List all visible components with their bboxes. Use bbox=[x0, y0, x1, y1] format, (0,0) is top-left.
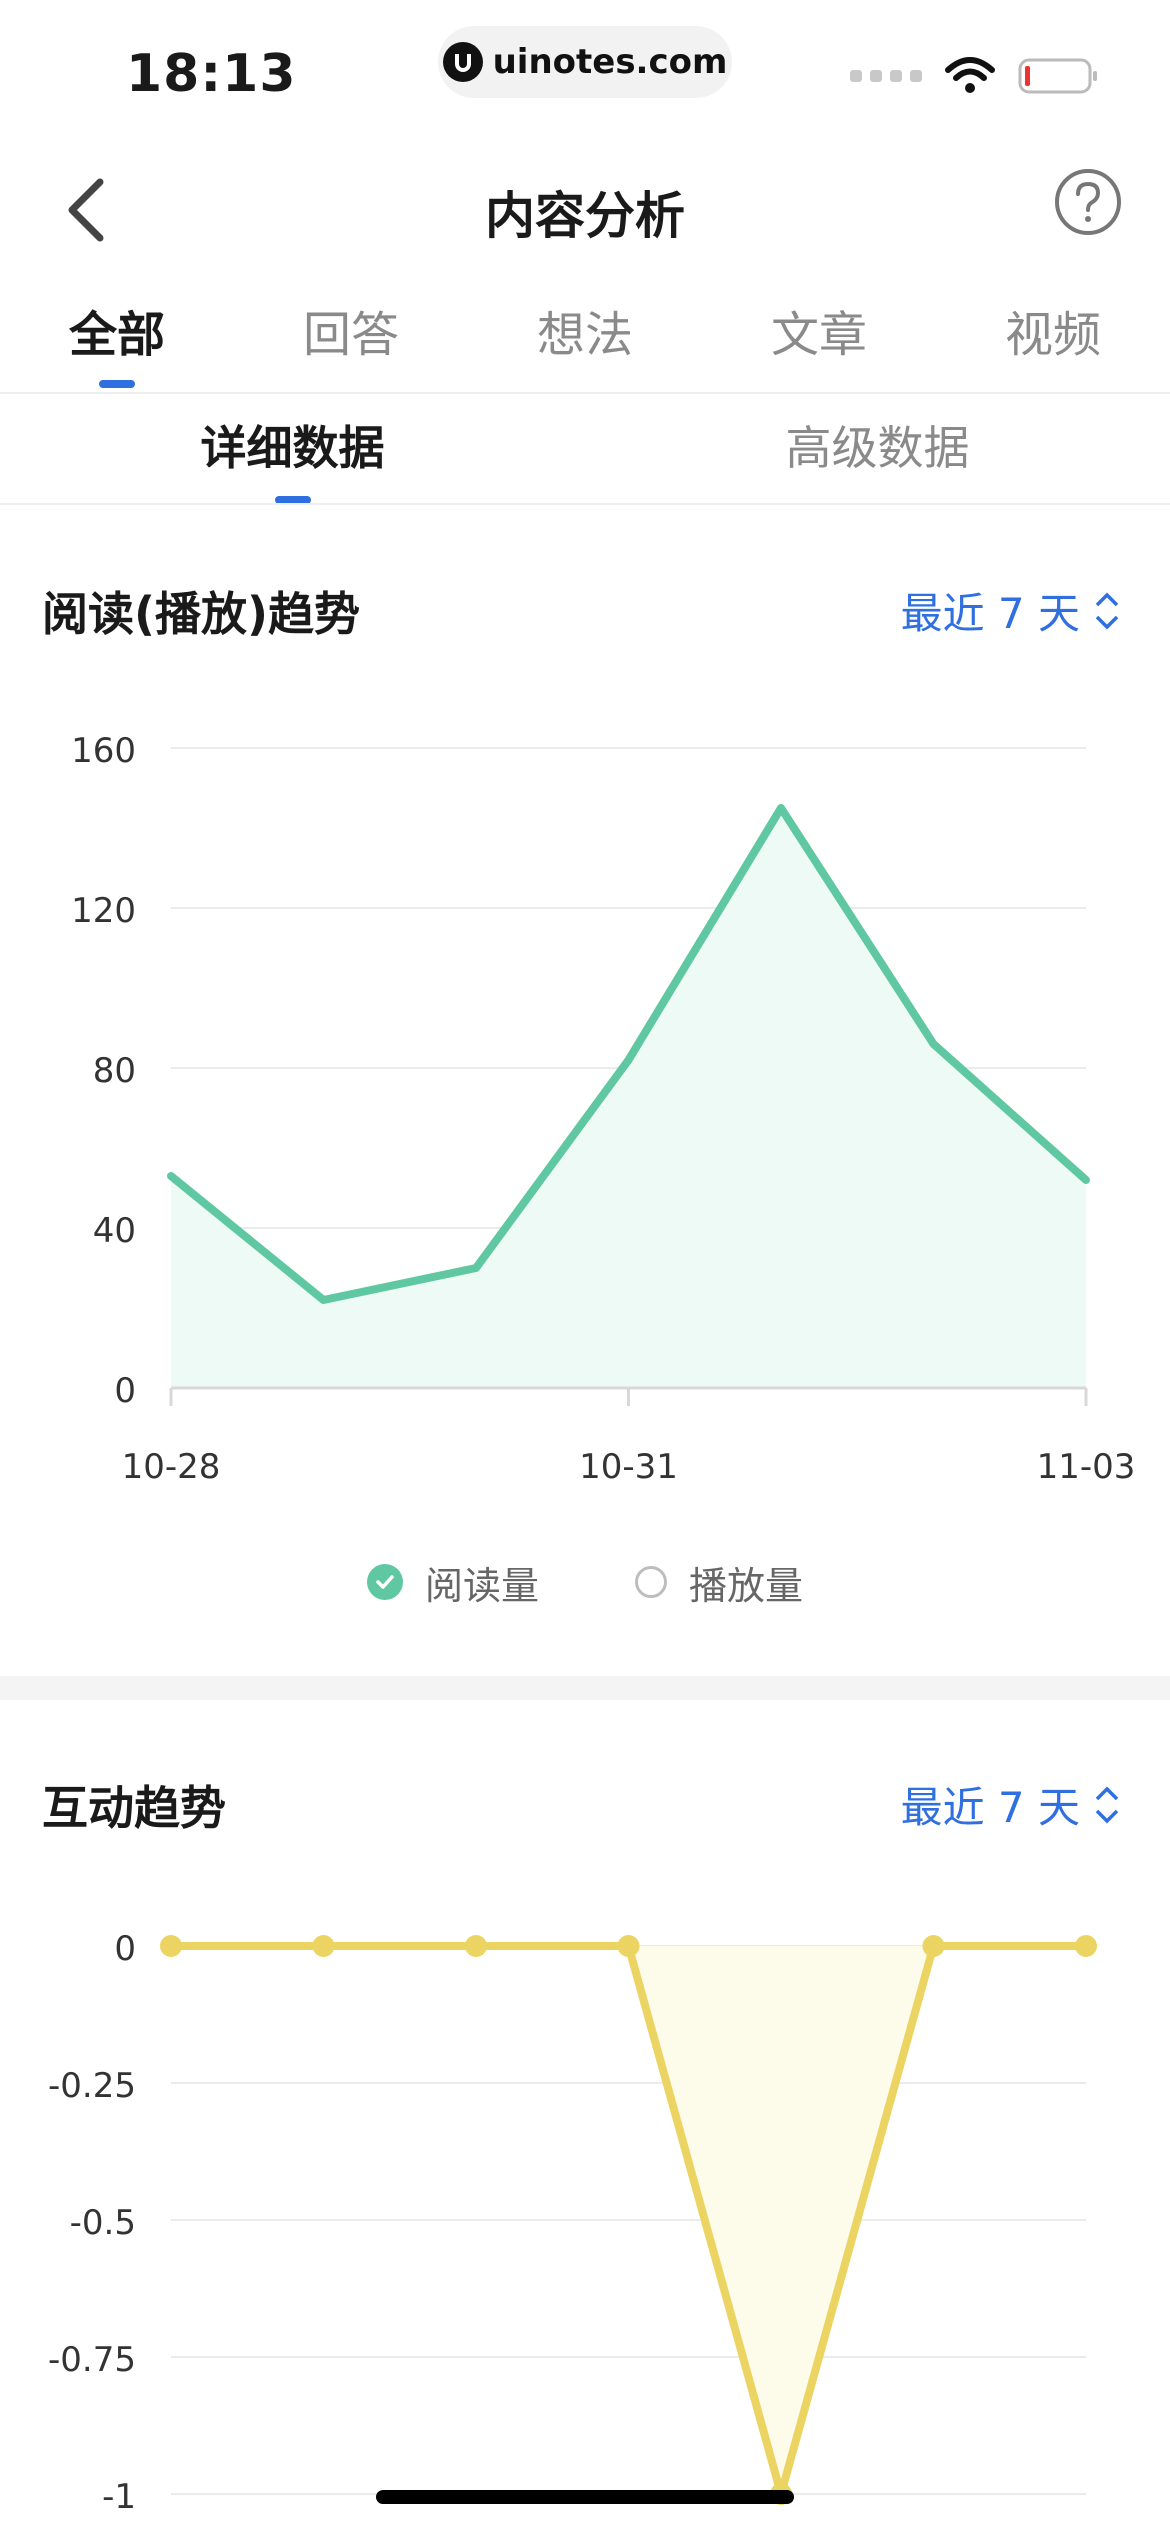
y-tick-label: -1 bbox=[102, 2477, 136, 2517]
help-button[interactable] bbox=[1050, 164, 1126, 240]
nav-bar: 内容分析 bbox=[0, 150, 1170, 270]
y-tick-label: 0 bbox=[114, 1371, 136, 1411]
y-tick-label: 160 bbox=[71, 731, 136, 771]
url-text: uinotes.com bbox=[492, 42, 728, 82]
wifi-icon bbox=[945, 57, 995, 93]
tab-label: 想法 bbox=[536, 307, 633, 363]
subtabs-divider bbox=[0, 503, 1170, 505]
series-area bbox=[171, 808, 1086, 1388]
data-point bbox=[160, 1935, 182, 1957]
subtab-label: 高级数据 bbox=[785, 421, 970, 475]
legend-read[interactable]: 阅读量 bbox=[366, 1552, 539, 1612]
x-tick-label: 10-28 bbox=[122, 1447, 221, 1480]
page-title: 内容分析 bbox=[485, 187, 685, 245]
tab-label: 全部 bbox=[68, 307, 165, 363]
tab-thoughts[interactable]: 想法 bbox=[468, 280, 702, 390]
data-type-tabs: 详细数据 高级数据 bbox=[0, 394, 1170, 504]
subtab-advanced[interactable]: 高级数据 bbox=[585, 394, 1170, 504]
url-pill[interactable]: uinotes.com bbox=[438, 26, 732, 98]
range-label: 最近 7 天 bbox=[900, 1783, 1080, 1832]
chevron-up-down-icon bbox=[1095, 592, 1119, 629]
tab-label: 文章 bbox=[770, 307, 867, 363]
check-circle-icon bbox=[366, 1564, 403, 1600]
data-point bbox=[617, 1935, 640, 1957]
home-indicator bbox=[376, 2490, 794, 2504]
interact-range-selector[interactable]: 最近 7 天 bbox=[901, 1774, 1120, 1835]
site-logo-icon bbox=[442, 42, 483, 82]
data-point bbox=[1075, 1935, 1097, 1957]
chart-legend: 阅读量 播放量 bbox=[0, 1552, 1170, 1612]
empty-circle-icon bbox=[635, 1566, 667, 1598]
data-point bbox=[922, 1935, 945, 1957]
y-tick-label: 0 bbox=[114, 1929, 136, 1969]
data-point bbox=[465, 1935, 487, 1957]
content-type-tabs: 全部 回答 想法 文章 视频 bbox=[0, 280, 1170, 390]
tab-indicator bbox=[99, 380, 135, 388]
cellular-signal-icon bbox=[850, 70, 922, 82]
data-point bbox=[312, 1935, 335, 1957]
y-tick-label: 120 bbox=[71, 891, 136, 931]
tab-articles[interactable]: 文章 bbox=[702, 280, 936, 390]
tab-videos[interactable]: 视频 bbox=[936, 280, 1170, 390]
tab-label: 回答 bbox=[302, 307, 399, 363]
y-tick-label: -0.25 bbox=[48, 2066, 136, 2106]
tab-all[interactable]: 全部 bbox=[0, 280, 234, 390]
y-tick-label: 80 bbox=[93, 1051, 136, 1091]
status-icons bbox=[850, 56, 1100, 96]
question-circle-icon bbox=[1055, 169, 1121, 235]
x-tick-label: 10-31 bbox=[579, 1447, 678, 1480]
tab-label: 视频 bbox=[1004, 307, 1101, 363]
subtab-label: 详细数据 bbox=[200, 421, 385, 475]
tab-answers[interactable]: 回答 bbox=[234, 280, 468, 390]
status-time: 18:13 bbox=[126, 44, 297, 104]
range-label: 最近 7 天 bbox=[900, 589, 1080, 638]
interact-trend-title: 互动趋势 bbox=[42, 1781, 226, 1835]
legend-label: 播放量 bbox=[689, 1563, 804, 1608]
y-tick-label: -0.75 bbox=[48, 2340, 136, 2380]
x-tick-label: 11-03 bbox=[1037, 1447, 1136, 1480]
y-tick-label: 40 bbox=[93, 1211, 136, 1251]
read-trend-chart: 160 120 80 40 0 10-28 10-31 11-03 bbox=[71, 731, 1136, 1480]
interaction-trend-chart: 0 -0.25 -0.5 -0.75 -1 bbox=[48, 1929, 1097, 2517]
y-tick-label: -0.5 bbox=[70, 2203, 136, 2243]
read-range-selector[interactable]: 最近 7 天 bbox=[901, 580, 1120, 641]
legend-play[interactable]: 播放量 bbox=[635, 1552, 803, 1612]
subtab-detailed[interactable]: 详细数据 bbox=[0, 394, 585, 504]
section-separator bbox=[0, 1676, 1170, 1700]
status-bar: 18:13 uinotes.com bbox=[0, 0, 1170, 140]
read-trend-title: 阅读(播放)趋势 bbox=[42, 587, 361, 641]
legend-label: 阅读量 bbox=[424, 1563, 539, 1608]
chevron-up-down-icon bbox=[1095, 1786, 1119, 1823]
battery-icon bbox=[1018, 58, 1097, 94]
